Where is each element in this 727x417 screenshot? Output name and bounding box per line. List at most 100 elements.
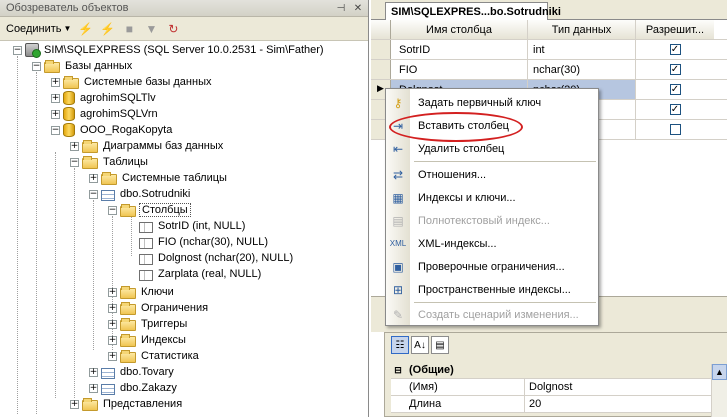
connect-label: Соединить (6, 22, 62, 35)
expand-icon[interactable]: + (51, 109, 60, 119)
tree-node-views[interactable]: + Представления (70, 396, 184, 412)
disconnect-icon[interactable]: ⚡ (99, 21, 115, 37)
tree-node-database[interactable]: − OOO_RogaKopyta (51, 122, 174, 138)
refresh-icon[interactable]: ↻ (165, 21, 181, 37)
expand-icon[interactable]: + (89, 383, 98, 393)
tree-node-column[interactable]: FIO (nchar(30), NULL) (127, 234, 270, 250)
menu-item-indexes-keys[interactable]: ▦ Индексы и ключи... (386, 186, 598, 209)
property-value[interactable]: 20 (525, 396, 721, 412)
column-name-cell[interactable]: SotrID (391, 40, 528, 59)
menu-item-check-constraints[interactable]: ▣ Проверочные ограничения... (386, 255, 598, 278)
tree-node-label: dbo.Zakazy (120, 382, 177, 394)
tree-node-databases[interactable]: − Базы данных (32, 58, 134, 74)
tree-node-column[interactable]: SotrID (int, NULL) (127, 218, 247, 234)
column-name-cell[interactable]: FIO (391, 60, 528, 79)
sort-alphabetical-icon[interactable]: A↓ (411, 336, 429, 354)
menu-item-spatial-indexes[interactable]: ⊞ Пространственные индексы... (386, 278, 598, 301)
properties-scrollbar[interactable]: ▲ (711, 364, 727, 417)
property-pages-icon[interactable]: ▤ (431, 336, 449, 354)
categorized-icon[interactable]: ☷ (391, 336, 409, 354)
collapse-icon[interactable]: ⊟ (391, 362, 405, 378)
tree-node-system-databases[interactable]: + Системные базы данных (51, 74, 213, 90)
row-selector[interactable] (371, 40, 391, 59)
tree-node-column[interactable]: Dolgnost (nchar(20), NULL) (127, 250, 295, 266)
expand-icon[interactable]: + (108, 351, 117, 361)
expand-icon[interactable]: + (89, 367, 98, 377)
property-key: (Имя) (405, 379, 525, 395)
column-header-name[interactable]: Имя столбца (391, 20, 528, 39)
allow-null-checkbox[interactable]: ✓ (669, 104, 681, 115)
tree-node-indexes[interactable]: + Индексы (108, 332, 188, 348)
menu-item-fulltext-index[interactable]: ▤ Полнотекстовый индекс... (386, 209, 598, 232)
tree-node-keys[interactable]: + Ключи (108, 284, 176, 300)
menu-item-delete-column[interactable]: ⇤ Удалить столбец (386, 137, 598, 160)
collapse-icon[interactable]: − (70, 157, 79, 167)
connect-server-icon[interactable]: ⚡ (77, 21, 93, 37)
expand-icon[interactable]: + (89, 173, 98, 183)
property-category[interactable]: ⊟ (Общие) (391, 362, 721, 379)
tree-guide (74, 168, 75, 398)
menu-item-relationships[interactable]: ⇄ Отношения... (386, 163, 598, 186)
tree-node-system-tables[interactable]: + Системные таблицы (89, 170, 229, 186)
tab-table-designer[interactable]: SIM\SQLEXPRES...bo.Sotrudniki (385, 2, 561, 20)
insert-column-icon: ⇥ (392, 118, 404, 133)
pin-icon[interactable]: ⊣ (334, 2, 348, 15)
expand-icon[interactable]: + (108, 303, 117, 313)
tree-node-constraints[interactable]: + Ограничения (108, 300, 210, 316)
allow-null-checkbox[interactable] (669, 124, 681, 135)
collapse-icon[interactable]: − (89, 189, 98, 199)
expand-icon[interactable]: + (70, 399, 79, 409)
allow-null-checkbox[interactable]: ✓ (669, 84, 681, 95)
filter-icon[interactable]: ▼ (143, 21, 159, 37)
column-header-type[interactable]: Тип данных (528, 20, 636, 39)
tree-node-server[interactable]: − SIM\SQLEXPRESS (SQL Server 10.0.2531 -… (13, 42, 326, 58)
tree-node-table[interactable]: + dbo.Tovary (89, 364, 176, 380)
property-row[interactable]: Длина 20 (391, 396, 721, 413)
data-type-cell[interactable]: nchar(30) (528, 60, 636, 79)
expand-icon[interactable]: + (51, 77, 60, 87)
collapse-icon[interactable]: − (51, 125, 60, 135)
column-header-allow-null[interactable]: Разрешит... (636, 20, 714, 39)
allow-null-checkbox[interactable]: ✓ (669, 64, 681, 75)
tree-guide (93, 200, 94, 350)
data-type-cell[interactable]: int (528, 40, 636, 59)
collapse-icon[interactable]: − (32, 61, 41, 71)
property-value[interactable]: Dolgnost (525, 379, 721, 395)
property-key: Длина (405, 396, 525, 412)
menu-item-generate-script[interactable]: ✎ Создать сценарий изменения... (386, 303, 598, 326)
property-row[interactable]: (Имя) Dolgnost (391, 379, 721, 396)
expand-icon[interactable]: + (108, 287, 117, 297)
tree-node-columns[interactable]: − Столбцы (108, 202, 191, 218)
object-explorer-titlebar: Обозреватель объектов ⊣ ✕ (0, 0, 368, 17)
tree-node-column[interactable]: Zarplata (real, NULL) (127, 266, 263, 282)
table-row[interactable]: SotrID int ✓ (371, 40, 727, 60)
collapse-icon[interactable]: − (108, 205, 117, 215)
expand-icon[interactable]: + (70, 141, 79, 151)
expand-icon[interactable]: + (108, 335, 117, 345)
tree-node-table[interactable]: + dbo.Zakazy (89, 380, 179, 396)
scroll-up-icon[interactable]: ▲ (712, 364, 727, 380)
database-icon (63, 91, 75, 105)
chevron-down-icon: ▼ (63, 24, 72, 33)
expand-icon[interactable]: + (51, 93, 60, 103)
allow-null-checkbox[interactable]: ✓ (669, 44, 681, 55)
tree-node-diagrams[interactable]: + Диаграммы баз данных (70, 138, 225, 154)
table-row[interactable]: FIO nchar(30) ✓ (371, 60, 727, 80)
tree-node-table[interactable]: − dbo.Sotrudniki (89, 186, 192, 202)
tree-node-tables[interactable]: − Таблицы (70, 154, 150, 170)
tree-guide (36, 72, 37, 414)
stop-icon[interactable]: ■ (121, 21, 137, 37)
tree-node-statistics[interactable]: + Статистика (108, 348, 201, 364)
tree-node-database[interactable]: + agrohimSQLVrn (51, 106, 160, 122)
tree-node-triggers[interactable]: + Триггеры (108, 316, 189, 332)
close-icon[interactable]: ✕ (351, 2, 365, 15)
folder-icon (120, 203, 136, 217)
connect-button[interactable]: Соединить ▼ (6, 23, 71, 35)
collapse-icon[interactable]: − (13, 45, 22, 55)
tree-node-database[interactable]: + agrohimSQLTlv (51, 90, 158, 106)
properties-toolbar: ☷ A↓ ▤ (385, 333, 727, 357)
expand-icon[interactable]: + (108, 319, 117, 329)
menu-item-xml-indexes[interactable]: XML XML-индексы... (386, 232, 598, 255)
row-selector[interactable] (371, 60, 391, 79)
menu-item-set-primary-key[interactable]: ⚷ Задать первичный ключ (386, 91, 598, 114)
